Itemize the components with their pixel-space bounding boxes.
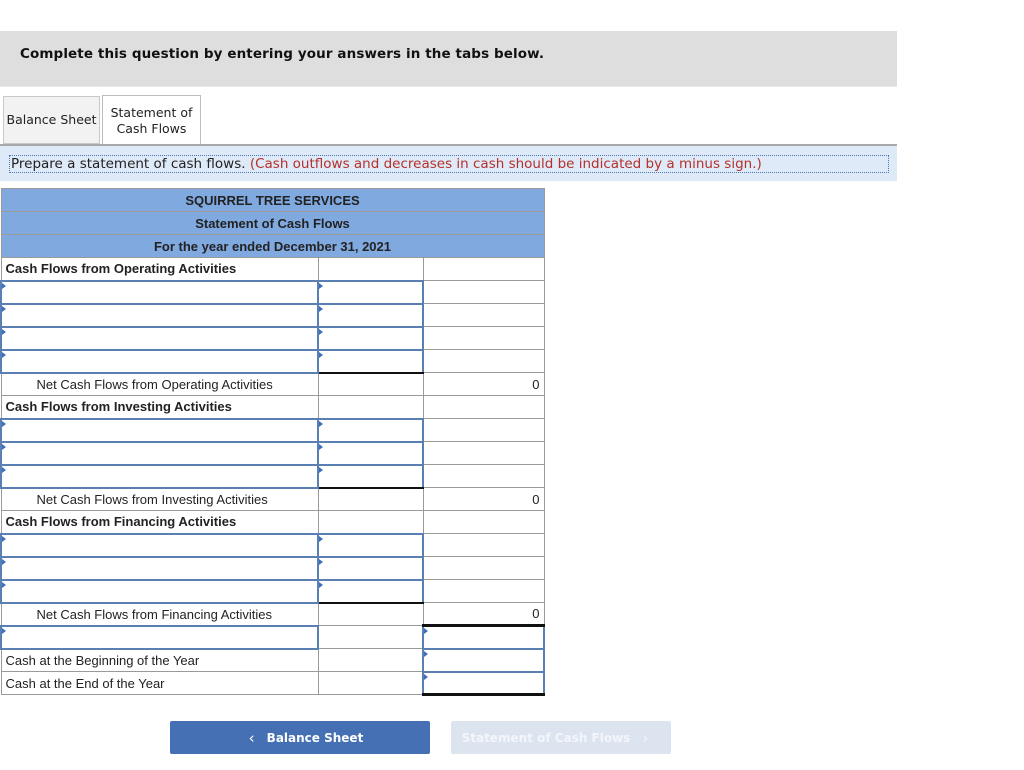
cash-flow-statement-table: SQUIRREL TREE SERVICES Statement of Cash… (0, 188, 545, 696)
table-row (0, 624, 545, 650)
tab-balance-sheet[interactable]: Balance Sheet (3, 96, 100, 144)
company-name: SQUIRREL TREE SERVICES (0, 188, 545, 212)
investing-item-1-amount-input[interactable] (319, 419, 422, 441)
tab-statement-of-cash-flows[interactable]: Statement of Cash Flows (102, 95, 201, 145)
operating-item-1-amount-input[interactable] (319, 281, 422, 303)
tab-label: Balance Sheet (6, 112, 97, 127)
header-row: For the year ended December 31, 2021 (0, 234, 545, 258)
prev-button-label: Balance Sheet (266, 730, 364, 745)
table-row (0, 279, 545, 305)
financing-item-3-amount-input[interactable] (319, 580, 422, 602)
net-financing-value: 0 (422, 602, 545, 627)
header-row: Statement of Cash Flows (0, 211, 545, 235)
operating-item-4-label-input[interactable] (2, 350, 317, 372)
cash-end-input[interactable] (424, 672, 543, 693)
tab-label: Statement of Cash Flows (110, 104, 193, 136)
cash-beginning-input[interactable] (424, 649, 543, 671)
financing-heading: Cash Flows from Financing Activities (0, 510, 319, 534)
table-row (0, 325, 545, 351)
section-row: Cash Flows from Operating Activities (0, 257, 545, 281)
investing-item-3-amount-input[interactable] (319, 465, 422, 487)
instruction-main: Prepare a statement of cash flows. (11, 156, 246, 172)
financing-item-3-label-input[interactable] (2, 580, 317, 602)
table-row (0, 302, 545, 328)
table-row (0, 440, 545, 466)
investing-item-2-label-input[interactable] (2, 442, 317, 464)
table-row (0, 578, 545, 604)
instruction-text: Prepare a statement of cash flows. (Cash… (9, 155, 889, 173)
investing-item-2-amount-input[interactable] (319, 442, 422, 464)
section-row: Cash Flows from Investing Activities (0, 395, 545, 419)
prev-tab-button[interactable]: ‹ Balance Sheet (170, 721, 430, 754)
table-row (0, 532, 545, 558)
cash-beginning-label: Cash at the Beginning of the Year (0, 648, 319, 672)
net-investing-value: 0 (422, 487, 545, 511)
instructions-banner: Complete this question by entering your … (0, 31, 897, 87)
table-row (0, 555, 545, 581)
financing-item-2-label-input[interactable] (2, 557, 317, 579)
net-operating-label: Net Cash Flows from Operating Activities (0, 372, 319, 396)
net-row: Net Cash Flows from Financing Activities… (0, 602, 545, 627)
banner-text: Complete this question by entering your … (20, 46, 545, 62)
net-change-label-input[interactable] (2, 626, 317, 648)
chevron-right-icon: › (642, 728, 649, 747)
operating-item-3-amount-input[interactable] (319, 327, 422, 349)
operating-item-2-amount-input[interactable] (319, 304, 422, 326)
operating-heading: Cash Flows from Operating Activities (0, 257, 319, 281)
net-row: Net Cash Flows from Investing Activities… (0, 487, 545, 511)
investing-item-3-label-input[interactable] (2, 465, 317, 487)
table-row (0, 348, 545, 374)
section-row: Cash Flows from Financing Activities (0, 510, 545, 534)
financing-item-2-amount-input[interactable] (319, 557, 422, 579)
chevron-left-icon: ‹ (248, 728, 255, 747)
operating-item-1-label-input[interactable] (2, 281, 317, 303)
next-button-label: Statement of Cash Flows (461, 730, 631, 745)
table-row (0, 417, 545, 443)
table-row: Cash at the Beginning of the Year (0, 647, 545, 673)
operating-item-4-amount-input[interactable] (319, 350, 422, 372)
instruction-bar: Prepare a statement of cash flows. (Cash… (0, 144, 897, 181)
next-tab-button[interactable]: Statement of Cash Flows › (451, 721, 671, 754)
net-financing-label: Net Cash Flows from Financing Activities (0, 602, 319, 626)
statement-title: Statement of Cash Flows (0, 211, 545, 235)
operating-item-2-label-input[interactable] (2, 304, 317, 326)
net-investing-label: Net Cash Flows from Investing Activities (0, 487, 319, 511)
investing-item-1-label-input[interactable] (2, 419, 317, 441)
table-row: Cash at the End of the Year (0, 670, 545, 696)
net-row: Net Cash Flows from Operating Activities… (0, 372, 545, 396)
statement-period: For the year ended December 31, 2021 (0, 234, 545, 258)
net-operating-value: 0 (422, 372, 545, 396)
net-change-amount-input[interactable] (424, 627, 543, 648)
table-row (0, 463, 545, 489)
financing-item-1-amount-input[interactable] (319, 534, 422, 556)
header-row: SQUIRREL TREE SERVICES (0, 188, 545, 212)
instruction-note: (Cash outflows and decreases in cash sho… (249, 156, 762, 172)
cash-end-label: Cash at the End of the Year (0, 671, 319, 695)
operating-item-3-label-input[interactable] (2, 327, 317, 349)
financing-item-1-label-input[interactable] (2, 534, 317, 556)
investing-heading: Cash Flows from Investing Activities (0, 395, 319, 419)
